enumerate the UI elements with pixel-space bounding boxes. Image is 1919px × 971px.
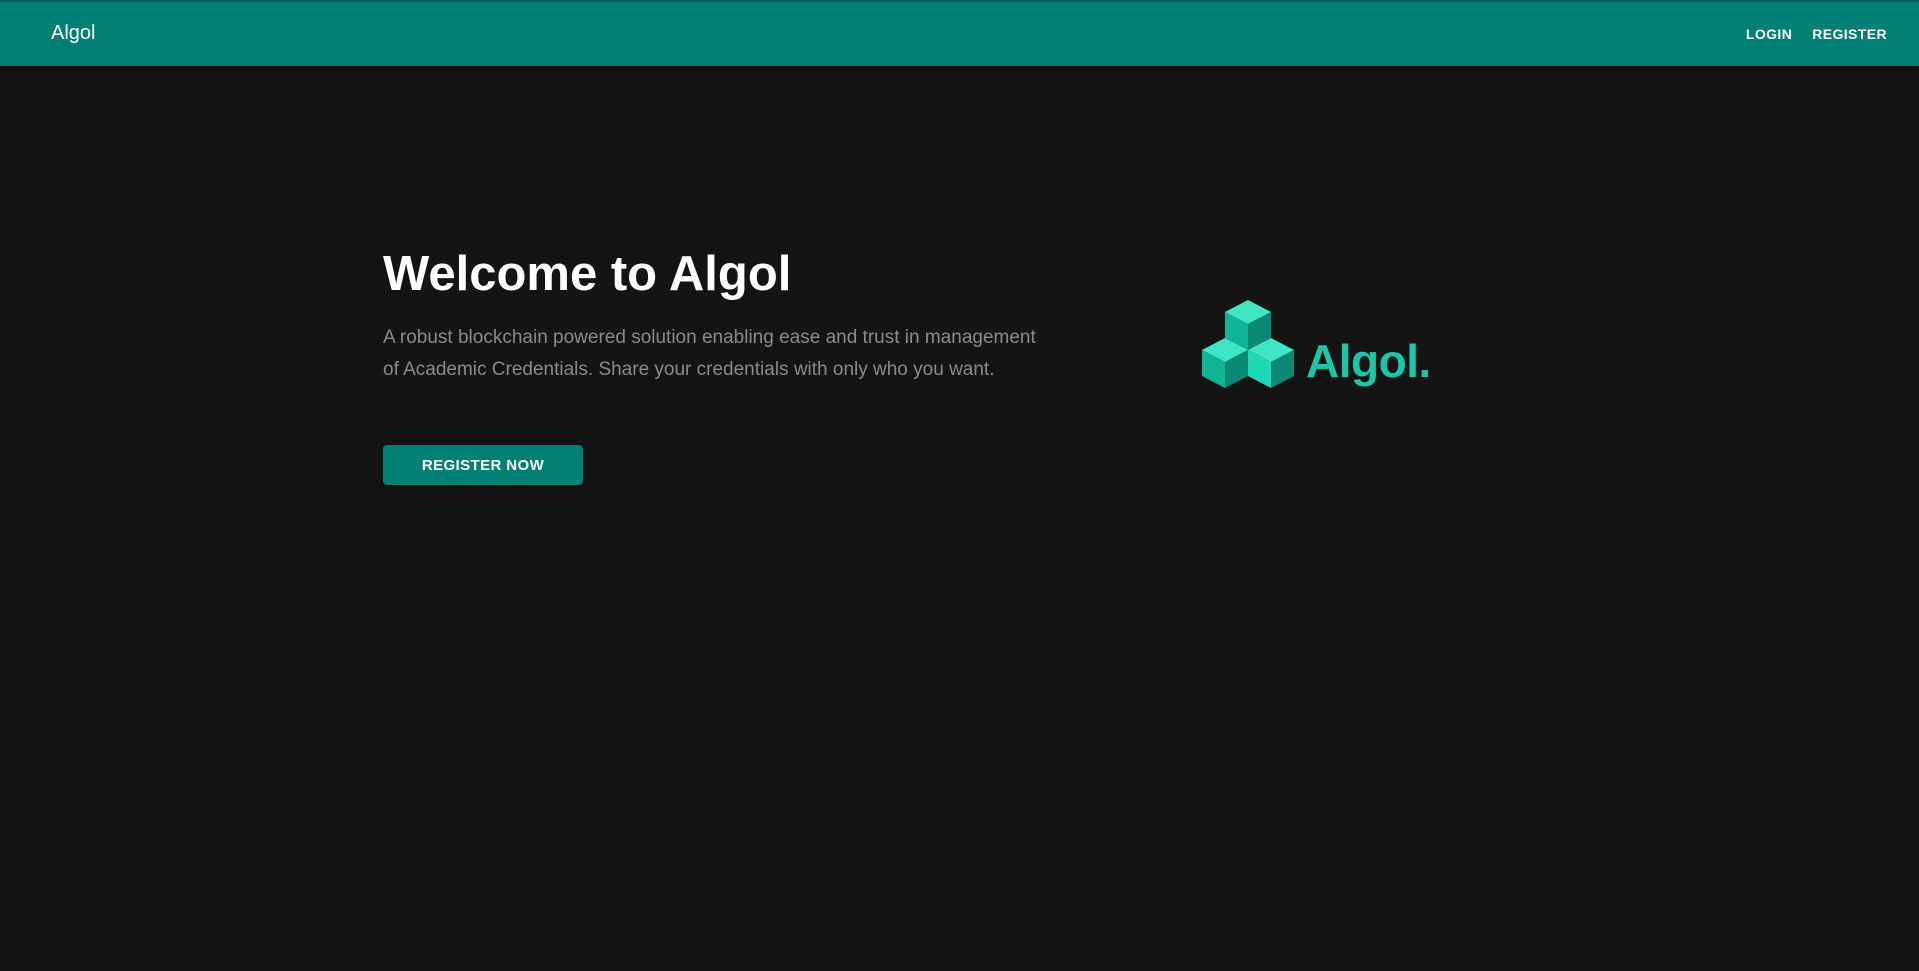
top-nav: LOGIN REGISTER: [1746, 26, 1887, 42]
app-bar: Algol LOGIN REGISTER: [0, 0, 1919, 66]
brand-title[interactable]: Algol: [51, 22, 95, 45]
register-button[interactable]: REGISTER: [1812, 26, 1887, 42]
algol-logo: Algol.: [1198, 298, 1431, 398]
hero-description: A robust blockchain powered solution ena…: [383, 327, 1036, 380]
register-now-button[interactable]: REGISTER NOW: [383, 445, 583, 485]
logo-text: Algol.: [1306, 335, 1431, 387]
hero-section: Welcome to Algol A robust blockchain pow…: [383, 244, 1083, 386]
login-button[interactable]: LOGIN: [1746, 26, 1792, 42]
hero-title: Welcome to Algol: [383, 247, 792, 301]
stacked-cubes-icon: [1202, 300, 1294, 388]
